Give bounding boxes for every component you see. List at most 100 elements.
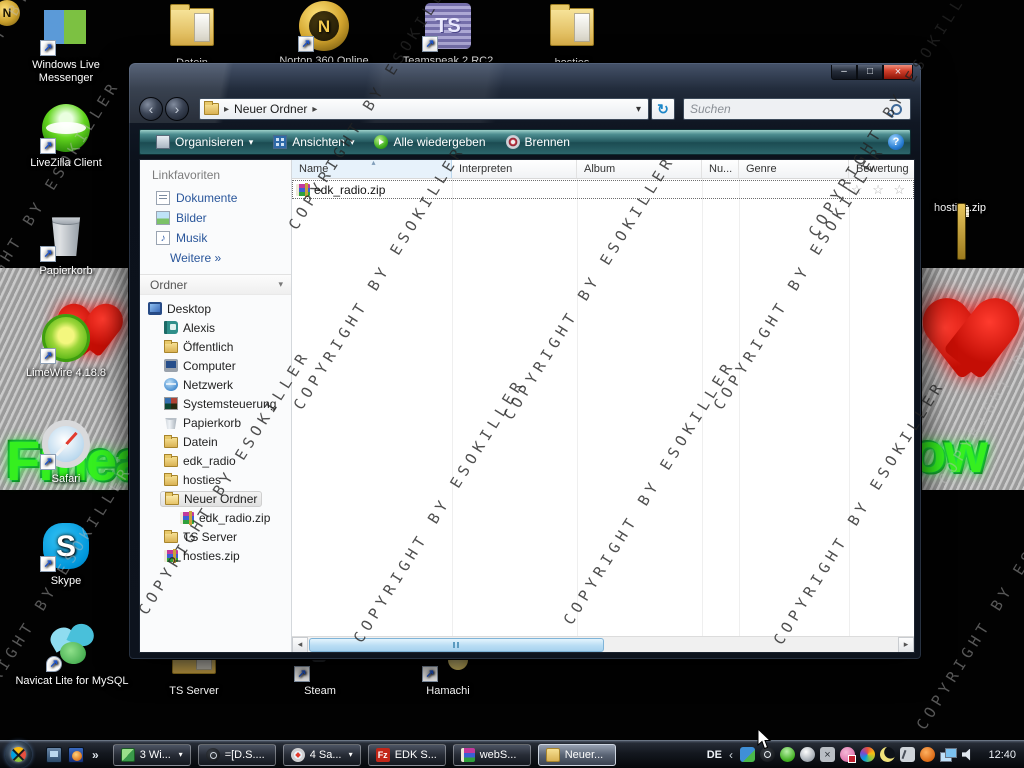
scroll-left-icon[interactable]: ◂: [292, 636, 308, 652]
play-all-button[interactable]: Alle wiedergeben: [364, 130, 495, 154]
desktop-icon-navicat[interactable]: ↗ Navicat Lite for MySQL: [12, 619, 132, 688]
tray-remote-icon[interactable]: [740, 747, 755, 762]
tray-close-box-icon[interactable]: [820, 747, 835, 762]
column-header-genre[interactable]: Genre: [739, 160, 849, 178]
crumb-separator-icon[interactable]: ▸: [312, 104, 317, 115]
start-button[interactable]: [5, 741, 32, 768]
tree-item-hosties-zip[interactable]: hosties.zip: [140, 546, 291, 565]
desktop-icon-norton[interactable]: ↗ Norton 360 Online: [272, 0, 376, 68]
show-desktop-icon[interactable]: [46, 746, 62, 763]
taskbar-clock[interactable]: 12:40: [982, 749, 1016, 761]
tree-item-systemsteuerung[interactable]: Systemsteuerung: [140, 394, 291, 413]
horizontal-scrollbar[interactable]: ◂ ▸: [292, 636, 914, 652]
forward-button[interactable]: ›: [165, 97, 189, 121]
window-body: Linkfavoriten Dokumente Bilder Musik Wei…: [139, 159, 915, 653]
desktop-icon-hosties-zip[interactable]: hosties.zip: [908, 202, 1012, 260]
tray-collapse-icon[interactable]: ‹: [729, 748, 733, 762]
minimize-button[interactable]: –: [831, 65, 857, 80]
tree-item-alexis[interactable]: Alexis: [140, 318, 291, 337]
desktop-icon-hosties[interactable]: hosties: [520, 2, 624, 70]
desktop-icon-livezilla[interactable]: ↗ LiveZilla Client: [14, 102, 118, 170]
desktop-icon-limewire[interactable]: ↗ LimeWire 4.18.8: [14, 312, 118, 380]
search-input[interactable]: [684, 102, 891, 116]
more-favorites-link[interactable]: Weitere »: [140, 248, 291, 268]
task-button-filezilla[interactable]: Fz EDK S...: [367, 743, 446, 766]
tray-pink-badge-icon[interactable]: [840, 747, 856, 763]
scroll-right-icon[interactable]: ▸: [898, 636, 914, 652]
tree-item-ts-server[interactable]: TS Server: [140, 527, 291, 546]
tray-sphere-icon[interactable]: [800, 747, 815, 762]
search-icon[interactable]: [891, 103, 902, 115]
language-indicator[interactable]: DE: [707, 749, 722, 761]
task-button-neuer-ordner[interactable]: Neuer...: [537, 743, 616, 766]
search-box[interactable]: [683, 98, 911, 120]
scrollbar-thumb[interactable]: [309, 637, 604, 652]
tree-item-papierkorb[interactable]: Papierkorb: [140, 413, 291, 432]
tree-item-edk-radio[interactable]: edk_radio: [140, 451, 291, 470]
volume-icon[interactable]: [962, 748, 971, 761]
column-header-bewertung[interactable]: Bewertung: [849, 160, 914, 178]
task-button-windows-group[interactable]: 3 Wi... ▾: [112, 743, 191, 766]
tree-item-datein[interactable]: Datein: [140, 432, 291, 451]
tree-item-computer[interactable]: Computer: [140, 356, 291, 375]
refresh-button[interactable]: ↻: [651, 98, 675, 120]
tray-swirl-icon[interactable]: [860, 747, 875, 762]
favorite-dokumente[interactable]: Dokumente: [140, 188, 291, 208]
desktop-icon-wlm[interactable]: ↗ Windows Live Messenger: [14, 4, 118, 85]
tray-livezilla-icon[interactable]: [780, 747, 795, 762]
address-dropdown-icon[interactable]: ▾: [633, 104, 644, 115]
desktop-icon-datein[interactable]: Datein: [140, 2, 244, 70]
breadcrumb-location[interactable]: Neuer Ordner: [234, 102, 307, 116]
maximize-button[interactable]: □: [857, 65, 883, 80]
watermark-text: COPYRIGHT BY ESOKILLER: [912, 461, 1024, 733]
rating-stars[interactable]: ☆ ☆ ☆: [851, 182, 905, 198]
task-button-safari-group[interactable]: 4 Sa... ▾: [282, 743, 361, 766]
shortcut-arrow-icon: ↗: [46, 656, 62, 672]
favorite-bilder[interactable]: Bilder: [140, 208, 291, 228]
winrar-archive-icon: [164, 549, 178, 563]
network-status-icon[interactable]: [940, 747, 957, 762]
column-header-nummer[interactable]: Nu...: [702, 160, 739, 178]
winrar-archive-icon: [180, 511, 194, 525]
breadcrumb[interactable]: ▸ Neuer Ordner ▸ ▾: [199, 98, 649, 120]
tree-item-neuer-ordner[interactable]: Neuer Ordner: [140, 489, 291, 508]
quick-launch-overflow-icon[interactable]: »: [92, 748, 99, 762]
file-row-edk-radio-zip[interactable]: edk_radio.zip ☆ ☆ ☆: [292, 180, 914, 199]
tray-moon-icon[interactable]: [880, 747, 895, 762]
views-button[interactable]: Ansichten ▾: [263, 130, 364, 154]
tree-item-netzwerk[interactable]: Netzwerk: [140, 375, 291, 394]
media-player-icon[interactable]: [68, 746, 84, 763]
tree-label: Öffentlich: [183, 339, 234, 354]
burn-button[interactable]: Brennen: [496, 130, 580, 154]
desktop-icon-papierkorb[interactable]: ↗ Papierkorb: [14, 210, 118, 278]
close-button[interactable]: ×: [883, 65, 913, 80]
tree-item-hosties[interactable]: hosties: [140, 470, 291, 489]
column-header-album[interactable]: Album: [577, 160, 702, 178]
folders-band[interactable]: Ordner ▾: [140, 274, 291, 295]
task-button-steam[interactable]: =[D.S....: [197, 743, 276, 766]
folder-icon: [546, 2, 598, 54]
tree-item-desktop[interactable]: Desktop: [140, 299, 291, 318]
desktop-icon-teamspeak[interactable]: ↗ Teamspeak 2 RC2: [396, 0, 500, 68]
help-button[interactable]: ?: [888, 134, 904, 150]
desktop-icon-safari[interactable]: ↗ Safari: [14, 418, 118, 486]
tray-orange-icon[interactable]: [920, 747, 935, 762]
shortcut-arrow-icon: ↗: [40, 246, 56, 262]
tree-item-edk-radio-zip[interactable]: edk_radio.zip: [140, 508, 291, 527]
back-button[interactable]: ‹: [139, 97, 163, 121]
limewire-icon: ↗: [40, 312, 92, 364]
desktop-icon-skype[interactable]: ↗ Skype: [14, 520, 118, 588]
chevron-down-icon[interactable]: ▾: [278, 279, 283, 290]
tree-label: hosties: [183, 472, 222, 487]
column-header-interpreten[interactable]: Interpreten: [452, 160, 577, 178]
organize-button[interactable]: Organisieren ▾: [146, 130, 263, 154]
favorite-musik[interactable]: Musik: [140, 228, 291, 248]
task-button-winrar[interactable]: webS...: [452, 743, 531, 766]
column-gridline: [849, 160, 850, 636]
tree-item-oeffentlich[interactable]: Öffentlich: [140, 337, 291, 356]
column-gridline: [739, 160, 740, 636]
tray-info-icon[interactable]: [900, 747, 915, 762]
folder-icon: [166, 2, 218, 54]
shortcut-arrow-icon: ↗: [40, 40, 56, 56]
column-header-name[interactable]: Name ▴: [292, 160, 452, 178]
